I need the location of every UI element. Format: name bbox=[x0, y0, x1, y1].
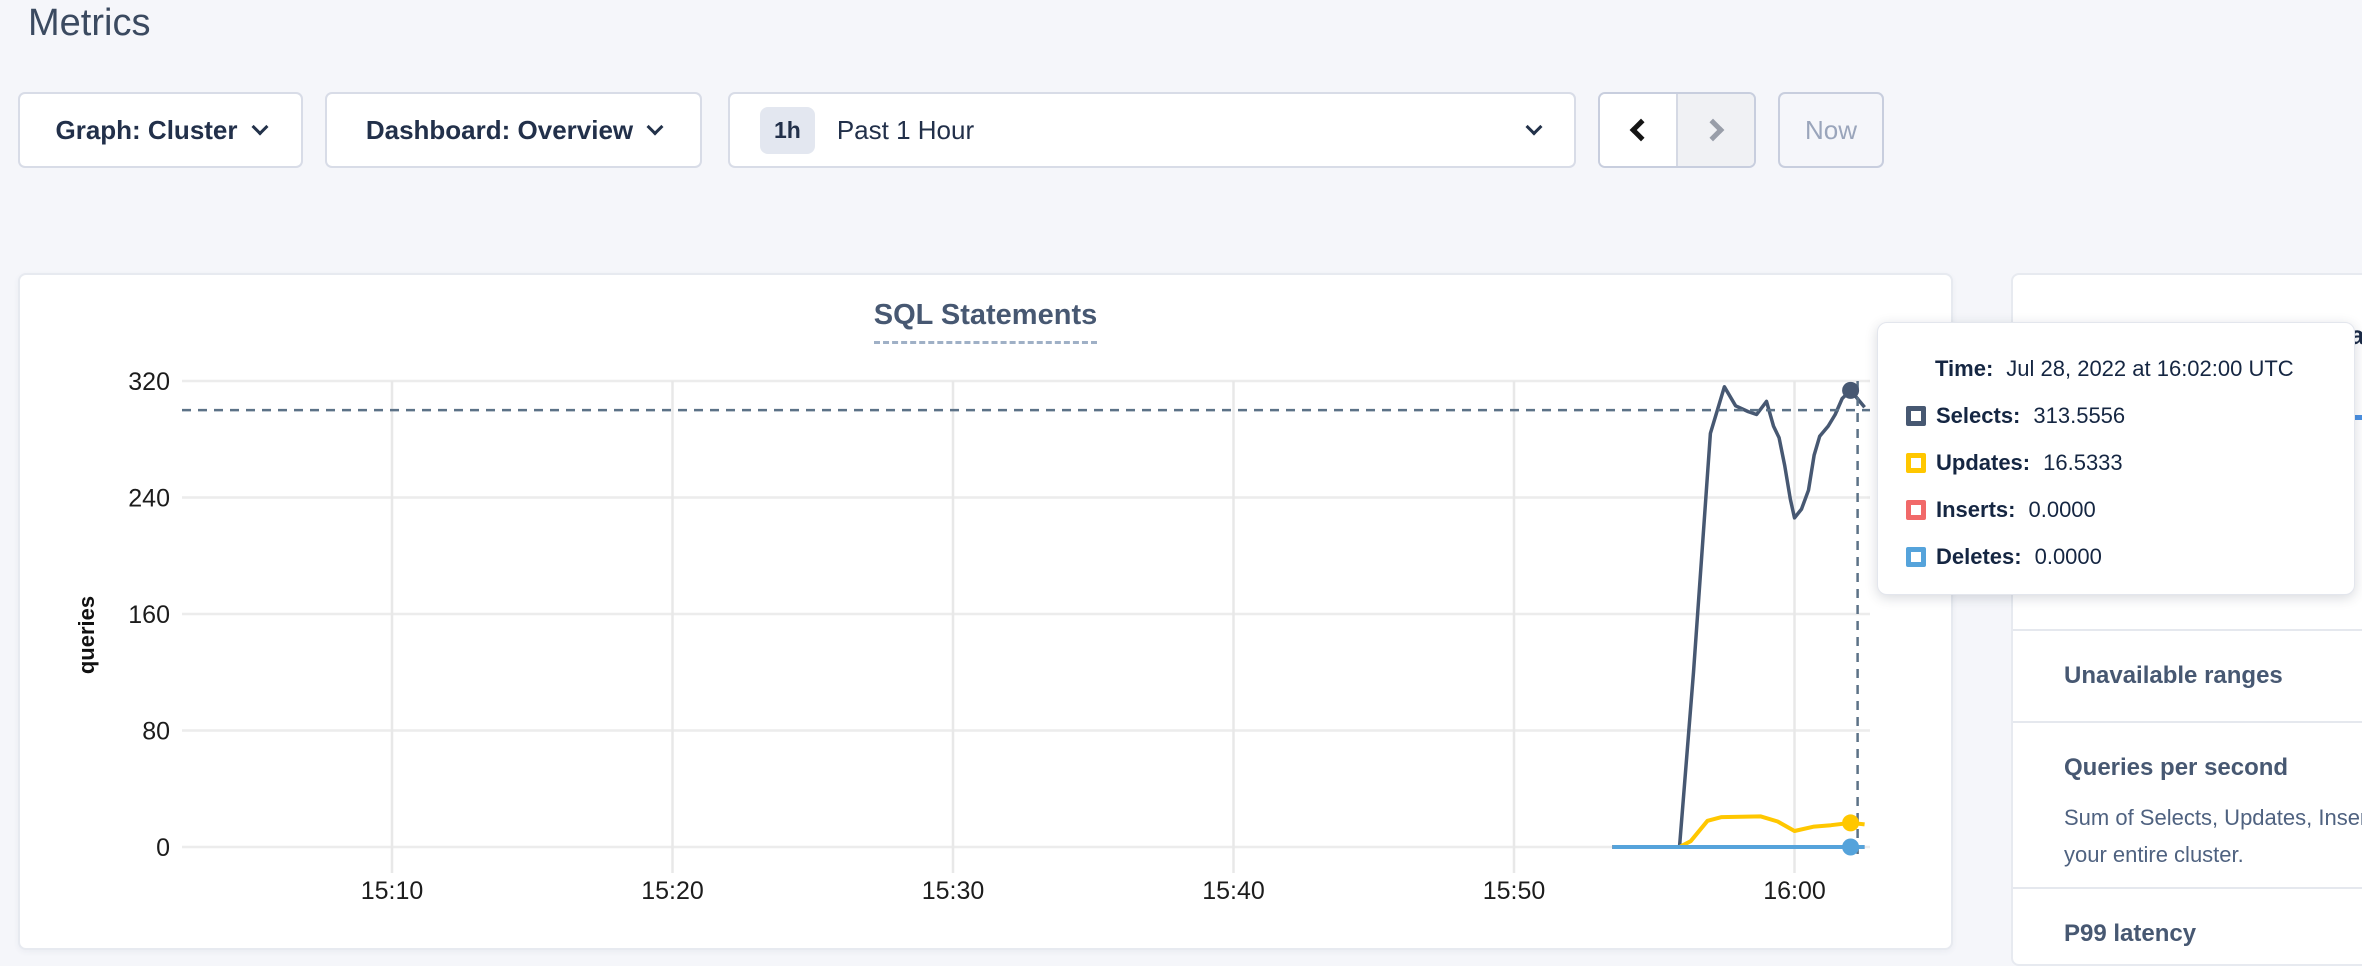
tooltip-series-value: 0.0000 bbox=[2028, 497, 2095, 523]
chevron-down-icon bbox=[251, 118, 268, 135]
time-range-badge: 1h bbox=[760, 107, 815, 154]
summary-item-description-line: Sum of Selects, Updates, Inser bbox=[2064, 799, 2362, 836]
graph-scope-dropdown[interactable]: Graph: Cluster bbox=[18, 92, 303, 168]
previous-time-window-button[interactable] bbox=[1600, 94, 1678, 166]
svg-text:15:20: 15:20 bbox=[641, 877, 704, 905]
svg-text:16:00: 16:00 bbox=[1763, 877, 1826, 905]
inserts-series-swatch-icon bbox=[1906, 500, 1926, 520]
tooltip-series-value: 313.5556 bbox=[2033, 403, 2125, 429]
chevron-down-icon bbox=[1526, 118, 1543, 135]
selects-series-swatch-icon bbox=[1906, 406, 1926, 426]
summary-item-title: Unavailable ranges bbox=[2064, 661, 2362, 691]
time-window-nav bbox=[1598, 92, 1756, 168]
tooltip-series-label: Updates: bbox=[1936, 450, 2030, 476]
tooltip-series-label: Selects: bbox=[1936, 403, 2020, 429]
chart-hover-tooltip: Time: Jul 28, 2022 at 16:02:00 UTC Selec… bbox=[1877, 322, 2355, 595]
updates-series-swatch-icon bbox=[1906, 453, 1926, 473]
svg-text:15:40: 15:40 bbox=[1202, 877, 1265, 905]
now-button-label: Now bbox=[1805, 115, 1857, 146]
tooltip-series-label: Inserts: bbox=[1936, 497, 2015, 523]
svg-text:queries: queries bbox=[74, 596, 99, 674]
tooltip-series-value: 16.5333 bbox=[2043, 450, 2123, 476]
tooltip-time-label: Time: bbox=[1935, 356, 1993, 382]
tooltip-series-label: Deletes: bbox=[1936, 544, 2022, 570]
svg-text:320: 320 bbox=[128, 368, 170, 396]
next-time-window-button[interactable] bbox=[1678, 94, 1754, 166]
dashboard-dropdown-label: Dashboard: Overview bbox=[366, 115, 633, 146]
chevron-right-icon bbox=[1702, 119, 1725, 142]
chevron-down-icon bbox=[647, 118, 664, 135]
summary-item-queries-per-second: Queries per second Sum of Selects, Updat… bbox=[2013, 721, 2362, 887]
summary-item-p99-latency: P99 latency bbox=[2013, 887, 2362, 966]
page-title: Metrics bbox=[28, 2, 150, 45]
summary-item-unavailable-ranges: Unavailable ranges bbox=[2013, 629, 2362, 721]
sql-statements-chart-card: SQL Statements 08016024032015:1015:2015:… bbox=[18, 273, 1953, 950]
now-button[interactable]: Now bbox=[1778, 92, 1884, 168]
chevron-left-icon bbox=[1630, 119, 1653, 142]
svg-text:80: 80 bbox=[142, 718, 170, 746]
tooltip-series-value: 0.0000 bbox=[2035, 544, 2102, 570]
svg-text:15:10: 15:10 bbox=[361, 877, 424, 905]
deletes-series-swatch-icon bbox=[1906, 547, 1926, 567]
time-range-label: Past 1 Hour bbox=[837, 115, 1528, 146]
sql-statements-chart[interactable]: 0 80 160 240 320 15:10 15:20 15:30 15:40 15:50 16:… bbox=[20, 275, 1951, 948]
svg-text:15:50: 15:50 bbox=[1483, 877, 1546, 905]
svg-text:160: 160 bbox=[128, 601, 170, 629]
time-range-dropdown[interactable]: 1h Past 1 Hour bbox=[728, 92, 1576, 168]
svg-text:240: 240 bbox=[128, 485, 170, 513]
summary-item-title: P99 latency bbox=[2064, 919, 2362, 949]
svg-text:0: 0 bbox=[156, 834, 170, 862]
dashboard-dropdown[interactable]: Dashboard: Overview bbox=[325, 92, 702, 168]
graph-scope-dropdown-label: Graph: Cluster bbox=[55, 115, 237, 146]
svg-text:15:30: 15:30 bbox=[922, 877, 985, 905]
summary-item-description-line: your entire cluster. bbox=[2064, 836, 2362, 873]
tooltip-time-value: Jul 28, 2022 at 16:02:00 UTC bbox=[2006, 356, 2293, 382]
summary-item-title: Queries per second bbox=[2064, 753, 2362, 783]
